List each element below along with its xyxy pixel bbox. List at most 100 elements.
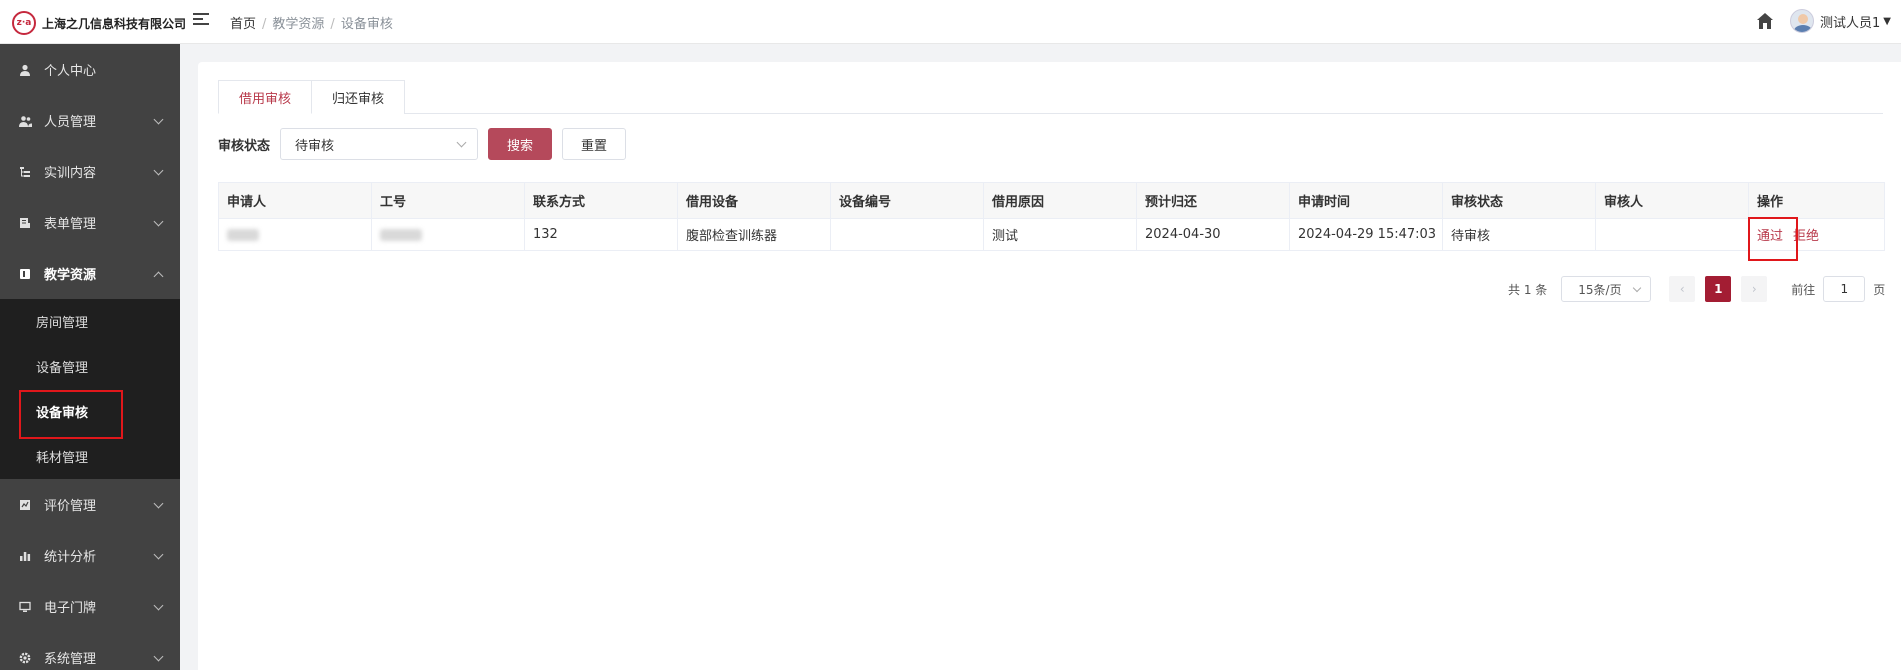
col-actions: 操作 xyxy=(1748,182,1885,219)
chevron-left-icon: ‹ xyxy=(1679,282,1685,296)
sidebar-item-system[interactable]: 系统管理 xyxy=(0,632,180,670)
sidebar: 个人中心 人员管理 实训内容 表单管理 教学资源 房间管理 设备管理 设备审核 … xyxy=(0,44,180,670)
chevron-down-icon xyxy=(1633,283,1642,293)
sidebar-item-personal[interactable]: 个人中心 xyxy=(0,44,180,95)
breadcrumb-teaching[interactable]: 教学资源 xyxy=(272,17,324,32)
goto-unit: 页 xyxy=(1873,282,1886,297)
col-reviewer: 审核人 xyxy=(1595,182,1749,219)
chevron-down-icon xyxy=(153,549,164,560)
tab-borrow-review[interactable]: 借用审核 xyxy=(218,80,313,114)
sidebar-item-statistics[interactable]: 统计分析 xyxy=(0,530,180,581)
company-logo[interactable]: z·a 上海之几信息科技有限公司 xyxy=(12,11,186,35)
cell-staff-id xyxy=(371,218,525,251)
sidebar-item-label: 统计分析 xyxy=(44,550,97,565)
cell-return-date: 2024-04-30 xyxy=(1136,218,1290,251)
sidebar-item-door-sign[interactable]: 电子门牌 xyxy=(0,581,180,632)
col-staff-id: 工号 xyxy=(371,182,525,219)
breadcrumb-home[interactable]: 首页 xyxy=(230,17,256,32)
rating-icon xyxy=(18,498,32,512)
tree-icon xyxy=(18,165,32,179)
col-device: 借用设备 xyxy=(677,182,831,219)
cell-reason: 测试 xyxy=(983,218,1137,251)
cell-applicant xyxy=(218,218,372,251)
sidebar-item-teaching[interactable]: 教学资源 xyxy=(0,248,180,299)
col-status: 审核状态 xyxy=(1442,182,1596,219)
review-tabs: 借用审核 归还审核 xyxy=(218,80,1883,114)
page-size-value: 15条/页 xyxy=(1578,282,1622,297)
sidebar-item-label: 表单管理 xyxy=(44,217,97,232)
submenu-equipment-review[interactable]: 设备审核 xyxy=(0,389,180,439)
menu-toggle-icon[interactable] xyxy=(193,13,209,27)
sidebar-item-label: 系统管理 xyxy=(44,652,97,667)
approve-button[interactable]: 通过 xyxy=(1757,229,1783,244)
submenu-room[interactable]: 房间管理 xyxy=(0,299,180,344)
col-reason: 借用原因 xyxy=(983,182,1137,219)
main-panel: 借用审核 归还审核 审核状态 待审核 搜索 重置 申请人 工号 联系方式 借用设… xyxy=(198,62,1901,670)
home-icon[interactable] xyxy=(1755,11,1775,31)
chevron-down-icon xyxy=(456,137,467,148)
company-name: 上海之几信息科技有限公司 xyxy=(42,16,187,31)
cell-device: 腹部检查训练器 xyxy=(677,218,831,251)
pagination-total: 共 1 条 xyxy=(1508,282,1548,297)
submenu-consumables[interactable]: 耗材管理 xyxy=(0,434,180,479)
redacted-id xyxy=(380,228,422,241)
sidebar-item-forms[interactable]: 表单管理 xyxy=(0,197,180,248)
page-number-current[interactable]: 1 xyxy=(1705,276,1732,302)
redacted-name xyxy=(227,228,259,241)
user-icon xyxy=(18,63,32,77)
cell-device-no xyxy=(830,218,984,251)
sidebar-item-label: 教学资源 xyxy=(44,268,97,283)
cell-reviewer xyxy=(1595,218,1749,251)
pagination: 共 1 条 15条/页 ‹ 1 › 前往 1 页 xyxy=(1508,276,1885,302)
sidebar-item-training[interactable]: 实训内容 xyxy=(0,146,180,197)
submenu-equipment[interactable]: 设备管理 xyxy=(0,344,180,389)
status-filter-label: 审核状态 xyxy=(218,138,271,154)
user-name: 测试人员1 xyxy=(1820,15,1881,31)
search-button[interactable]: 搜索 xyxy=(488,128,553,160)
chevron-down-icon xyxy=(153,651,164,662)
breadcrumb: 首页 / 教学资源 / 设备审核 xyxy=(230,17,393,32)
cell-contact: 132 xyxy=(524,218,678,251)
chevron-right-icon: › xyxy=(1751,282,1757,296)
form-icon xyxy=(18,216,32,230)
chevron-down-icon xyxy=(153,165,164,176)
goto-page-input[interactable]: 1 xyxy=(1823,276,1866,302)
table-row: 132 腹部检查训练器 测试 2024-04-30 2024-04-29 15:… xyxy=(218,218,1885,251)
filter-bar: 审核状态 待审核 搜索 重置 xyxy=(218,128,627,160)
next-page-button[interactable]: › xyxy=(1741,276,1768,302)
top-header: z·a 上海之几信息科技有限公司 首页 / 教学资源 / 设备审核 测试人员1 ▼ xyxy=(0,0,1901,44)
cell-actions: 通过 拒绝 xyxy=(1748,218,1885,251)
goto-label: 前往 xyxy=(1791,282,1816,297)
monitor-icon xyxy=(18,600,32,614)
tab-return-review[interactable]: 归还审核 xyxy=(312,80,406,114)
sidebar-item-label: 实训内容 xyxy=(44,166,97,181)
sidebar-item-label: 电子门牌 xyxy=(44,601,97,616)
table-header-row: 申请人 工号 联系方式 借用设备 设备编号 借用原因 预计归还 申请时间 审核状… xyxy=(218,182,1885,219)
col-applicant: 申请人 xyxy=(218,182,372,219)
avatar xyxy=(1790,9,1814,33)
prev-page-button[interactable]: ‹ xyxy=(1669,276,1696,302)
user-menu[interactable]: 测试人员1 ▼ xyxy=(1790,9,1891,33)
cell-apply-time: 2024-04-29 15:47:03 xyxy=(1289,218,1443,251)
chevron-down-icon xyxy=(153,114,164,125)
gear-icon xyxy=(18,651,32,665)
reset-button[interactable]: 重置 xyxy=(562,128,627,160)
sidebar-item-label: 个人中心 xyxy=(44,64,97,79)
teaching-submenu: 房间管理 设备管理 设备审核 耗材管理 xyxy=(0,299,180,479)
chevron-down-icon xyxy=(153,600,164,611)
chevron-down-icon xyxy=(153,498,164,509)
caret-down-icon: ▼ xyxy=(1883,15,1891,27)
cell-status: 待审核 xyxy=(1442,218,1596,251)
logo-mark-icon: z·a xyxy=(12,11,36,35)
status-select-value: 待审核 xyxy=(295,138,335,154)
chevron-up-icon xyxy=(153,271,164,282)
sidebar-item-evaluation[interactable]: 评价管理 xyxy=(0,479,180,530)
chart-icon xyxy=(18,549,32,563)
status-select[interactable]: 待审核 xyxy=(280,128,479,160)
col-contact: 联系方式 xyxy=(524,182,678,219)
sidebar-item-staff[interactable]: 人员管理 xyxy=(0,95,180,146)
col-device-no: 设备编号 xyxy=(830,182,984,219)
page-size-select[interactable]: 15条/页 xyxy=(1561,276,1652,302)
chevron-down-icon xyxy=(153,216,164,227)
users-icon xyxy=(18,114,32,128)
